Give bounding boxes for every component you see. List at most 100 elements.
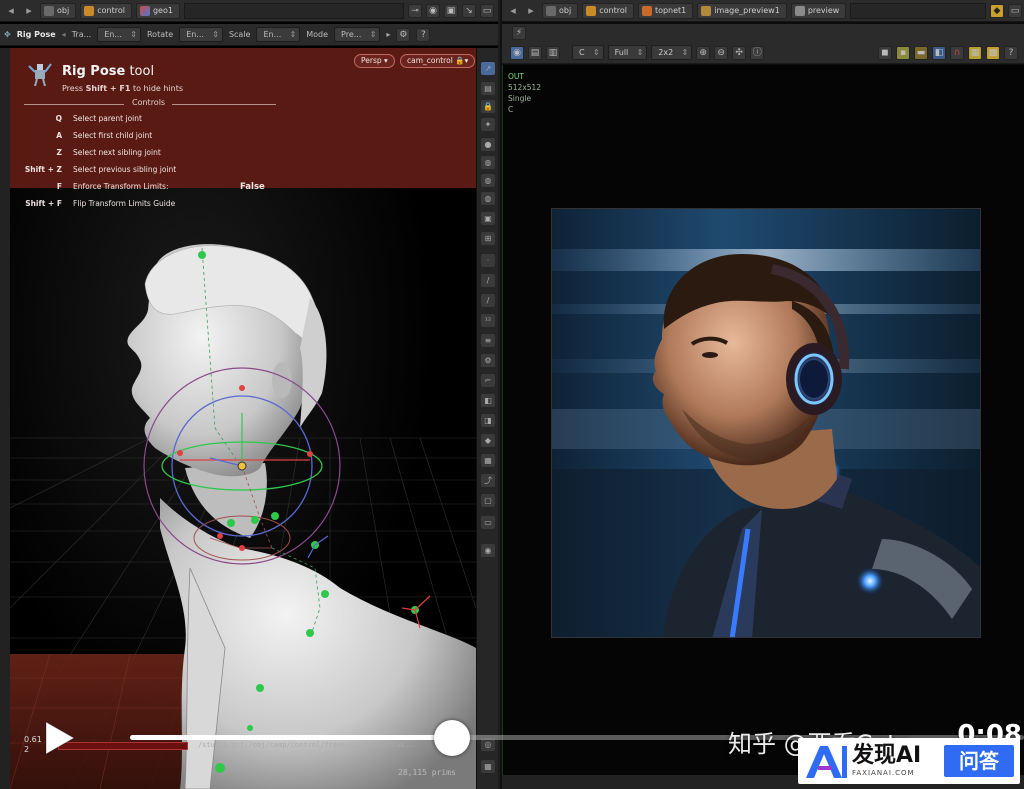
forward-arrow-icon[interactable]: ▸: [22, 4, 36, 18]
divider: [172, 104, 276, 105]
cube-icon[interactable]: ▣: [444, 3, 458, 18]
pin-icon[interactable]: ⊸: [408, 3, 422, 18]
help-icon[interactable]: ?: [416, 27, 431, 42]
arrow-icon: ◂: [61, 30, 66, 39]
network-icon[interactable]: ▦: [481, 760, 495, 773]
dot-icon[interactable]: ·: [481, 254, 495, 267]
hint-row: Q Select parent joint: [55, 114, 142, 123]
forward-arrow-icon[interactable]: ▸: [524, 4, 538, 18]
zoom-in-icon[interactable]: ⊕: [696, 45, 711, 60]
ruler-icon[interactable]: ¹²: [481, 314, 495, 327]
split-icon[interactable]: ▥: [546, 45, 560, 60]
select-icon[interactable]: ↗: [481, 62, 495, 75]
view-icon[interactable]: ◉: [510, 45, 524, 60]
lock-icon[interactable]: 🔒: [481, 100, 495, 113]
sphere-icon[interactable]: ●: [481, 138, 495, 151]
shading-icon[interactable]: ◧: [481, 394, 495, 407]
light-icon[interactable]: ◍: [481, 192, 495, 205]
hint-row: Z Select next sibling joint: [56, 148, 161, 157]
back-arrow-icon[interactable]: ◂: [506, 4, 520, 18]
faxianai-text: 发现AI FAXIANAI.COM: [852, 745, 921, 777]
joint-icon[interactable]: ⤴: [481, 474, 495, 487]
output-name: OUT: [508, 72, 524, 81]
box-icon[interactable]: ▢: [481, 494, 495, 507]
video-seek-handle[interactable]: [433, 720, 470, 756]
swatch-icon[interactable]: ▪: [896, 45, 910, 60]
node-path: /studio/git:/obj/camp/control/frame/stab…: [198, 741, 418, 749]
brush-icon[interactable]: /: [481, 274, 495, 287]
crumb-image-preview1[interactable]: image_preview1: [697, 2, 787, 19]
snapshot-icon[interactable]: ◧: [932, 45, 946, 60]
grid-icon[interactable]: ⊞: [481, 232, 495, 245]
pattern-icon[interactable]: ▦: [968, 45, 982, 60]
info-icon[interactable]: ⓘ: [750, 45, 765, 60]
mesh-icon[interactable]: ▦: [481, 454, 495, 467]
scale-dropdown[interactable]: En...: [256, 27, 301, 42]
play-icon[interactable]: [38, 718, 78, 758]
gear-icon[interactable]: ⚙: [481, 354, 495, 367]
display-icon[interactable]: ▭: [481, 516, 495, 529]
light-icon[interactable]: ◍: [481, 156, 495, 169]
snap-icon[interactable]: ✦: [481, 118, 495, 131]
path-dropdown[interactable]: [850, 2, 986, 19]
link-icon[interactable]: ◉: [426, 3, 440, 18]
left-tool-strip: [0, 48, 10, 789]
material-icon[interactable]: ◆: [481, 434, 495, 447]
fit-icon[interactable]: ✣: [732, 45, 747, 60]
path-dropdown[interactable]: [183, 2, 404, 19]
light-icon[interactable]: ◍: [481, 174, 495, 187]
maximize-icon[interactable]: ▭: [1008, 3, 1022, 18]
pin-icon[interactable]: ◆: [990, 3, 1004, 18]
3d-viewport[interactable]: Rig Pose tool Press Shift + F1 to hide h…: [10, 48, 476, 789]
zoom-out-icon[interactable]: ⊖: [714, 45, 729, 60]
compare-icon[interactable]: ◼: [878, 45, 892, 60]
help-icon[interactable]: ?: [1004, 45, 1018, 60]
ruler-icon[interactable]: ≡: [481, 334, 495, 347]
shading-icon[interactable]: ◨: [481, 414, 495, 427]
maximize-icon[interactable]: ▭: [480, 3, 494, 18]
crumb-control[interactable]: control: [582, 2, 634, 19]
arrow-icon[interactable]: ↘: [462, 3, 476, 18]
grid-dropdown[interactable]: 2x2: [651, 45, 693, 60]
mode-label: Mode: [306, 30, 329, 39]
wand-icon[interactable]: ⚡: [512, 26, 526, 40]
crumb-label: image_preview1: [714, 6, 780, 15]
crumb-preview[interactable]: preview: [790, 2, 847, 19]
rig-pose-robot-icon: [28, 63, 52, 87]
image-viewer[interactable]: OUT 512x512 Single C: [502, 65, 1024, 775]
image-mode: Single: [508, 94, 532, 103]
prims-readout: 28,115 prims: [398, 768, 456, 777]
layers-icon[interactable]: ▤: [528, 45, 542, 60]
crumb-obj[interactable]: obj: [40, 2, 77, 19]
camera-menu[interactable]: cam_control 🔒▾: [400, 54, 476, 68]
flag-icon[interactable]: ▬: [914, 45, 928, 60]
settings-icon[interactable]: ⚙: [396, 27, 411, 42]
mode-dropdown[interactable]: Pre...: [334, 27, 381, 42]
channel-dropdown[interactable]: C: [572, 45, 604, 60]
play-icon[interactable]: ▸: [386, 30, 390, 39]
pin-icon[interactable]: ◉: [481, 544, 495, 557]
persp-menu[interactable]: Persp ▾: [354, 54, 395, 68]
palette-icon[interactable]: ▩: [986, 45, 1000, 60]
hint-row: A Select first child joint: [56, 131, 153, 140]
lock-icon[interactable]: ▤: [481, 82, 495, 95]
crumb-control[interactable]: control: [80, 2, 132, 19]
rotate-dropdown[interactable]: En...: [179, 27, 223, 42]
qa-button[interactable]: 问答: [944, 745, 1014, 777]
brush-icon[interactable]: /: [481, 294, 495, 307]
divider: [24, 104, 124, 105]
magnet-icon[interactable]: ∩: [950, 45, 964, 60]
back-arrow-icon[interactable]: ◂: [4, 4, 18, 18]
crumb-topnet1[interactable]: topnet1: [637, 2, 694, 19]
crumb-obj[interactable]: obj: [542, 2, 579, 19]
crumb-label: control: [97, 6, 125, 15]
camera-icon[interactable]: ▣: [481, 212, 495, 225]
faxianai-badge[interactable]: 发现AI FAXIANAI.COM 问答: [798, 738, 1020, 784]
corner-icon[interactable]: ⌐: [481, 374, 495, 387]
rotate-label: Rotate: [146, 30, 174, 39]
translate-dropdown[interactable]: En...: [97, 27, 141, 42]
crumb-label: preview: [807, 6, 840, 15]
hint-row: Shift + F Flip Transform Limits Guide: [25, 199, 176, 208]
crumb-geo1[interactable]: geo1: [135, 2, 180, 19]
resolution-dropdown[interactable]: Full: [607, 45, 648, 60]
